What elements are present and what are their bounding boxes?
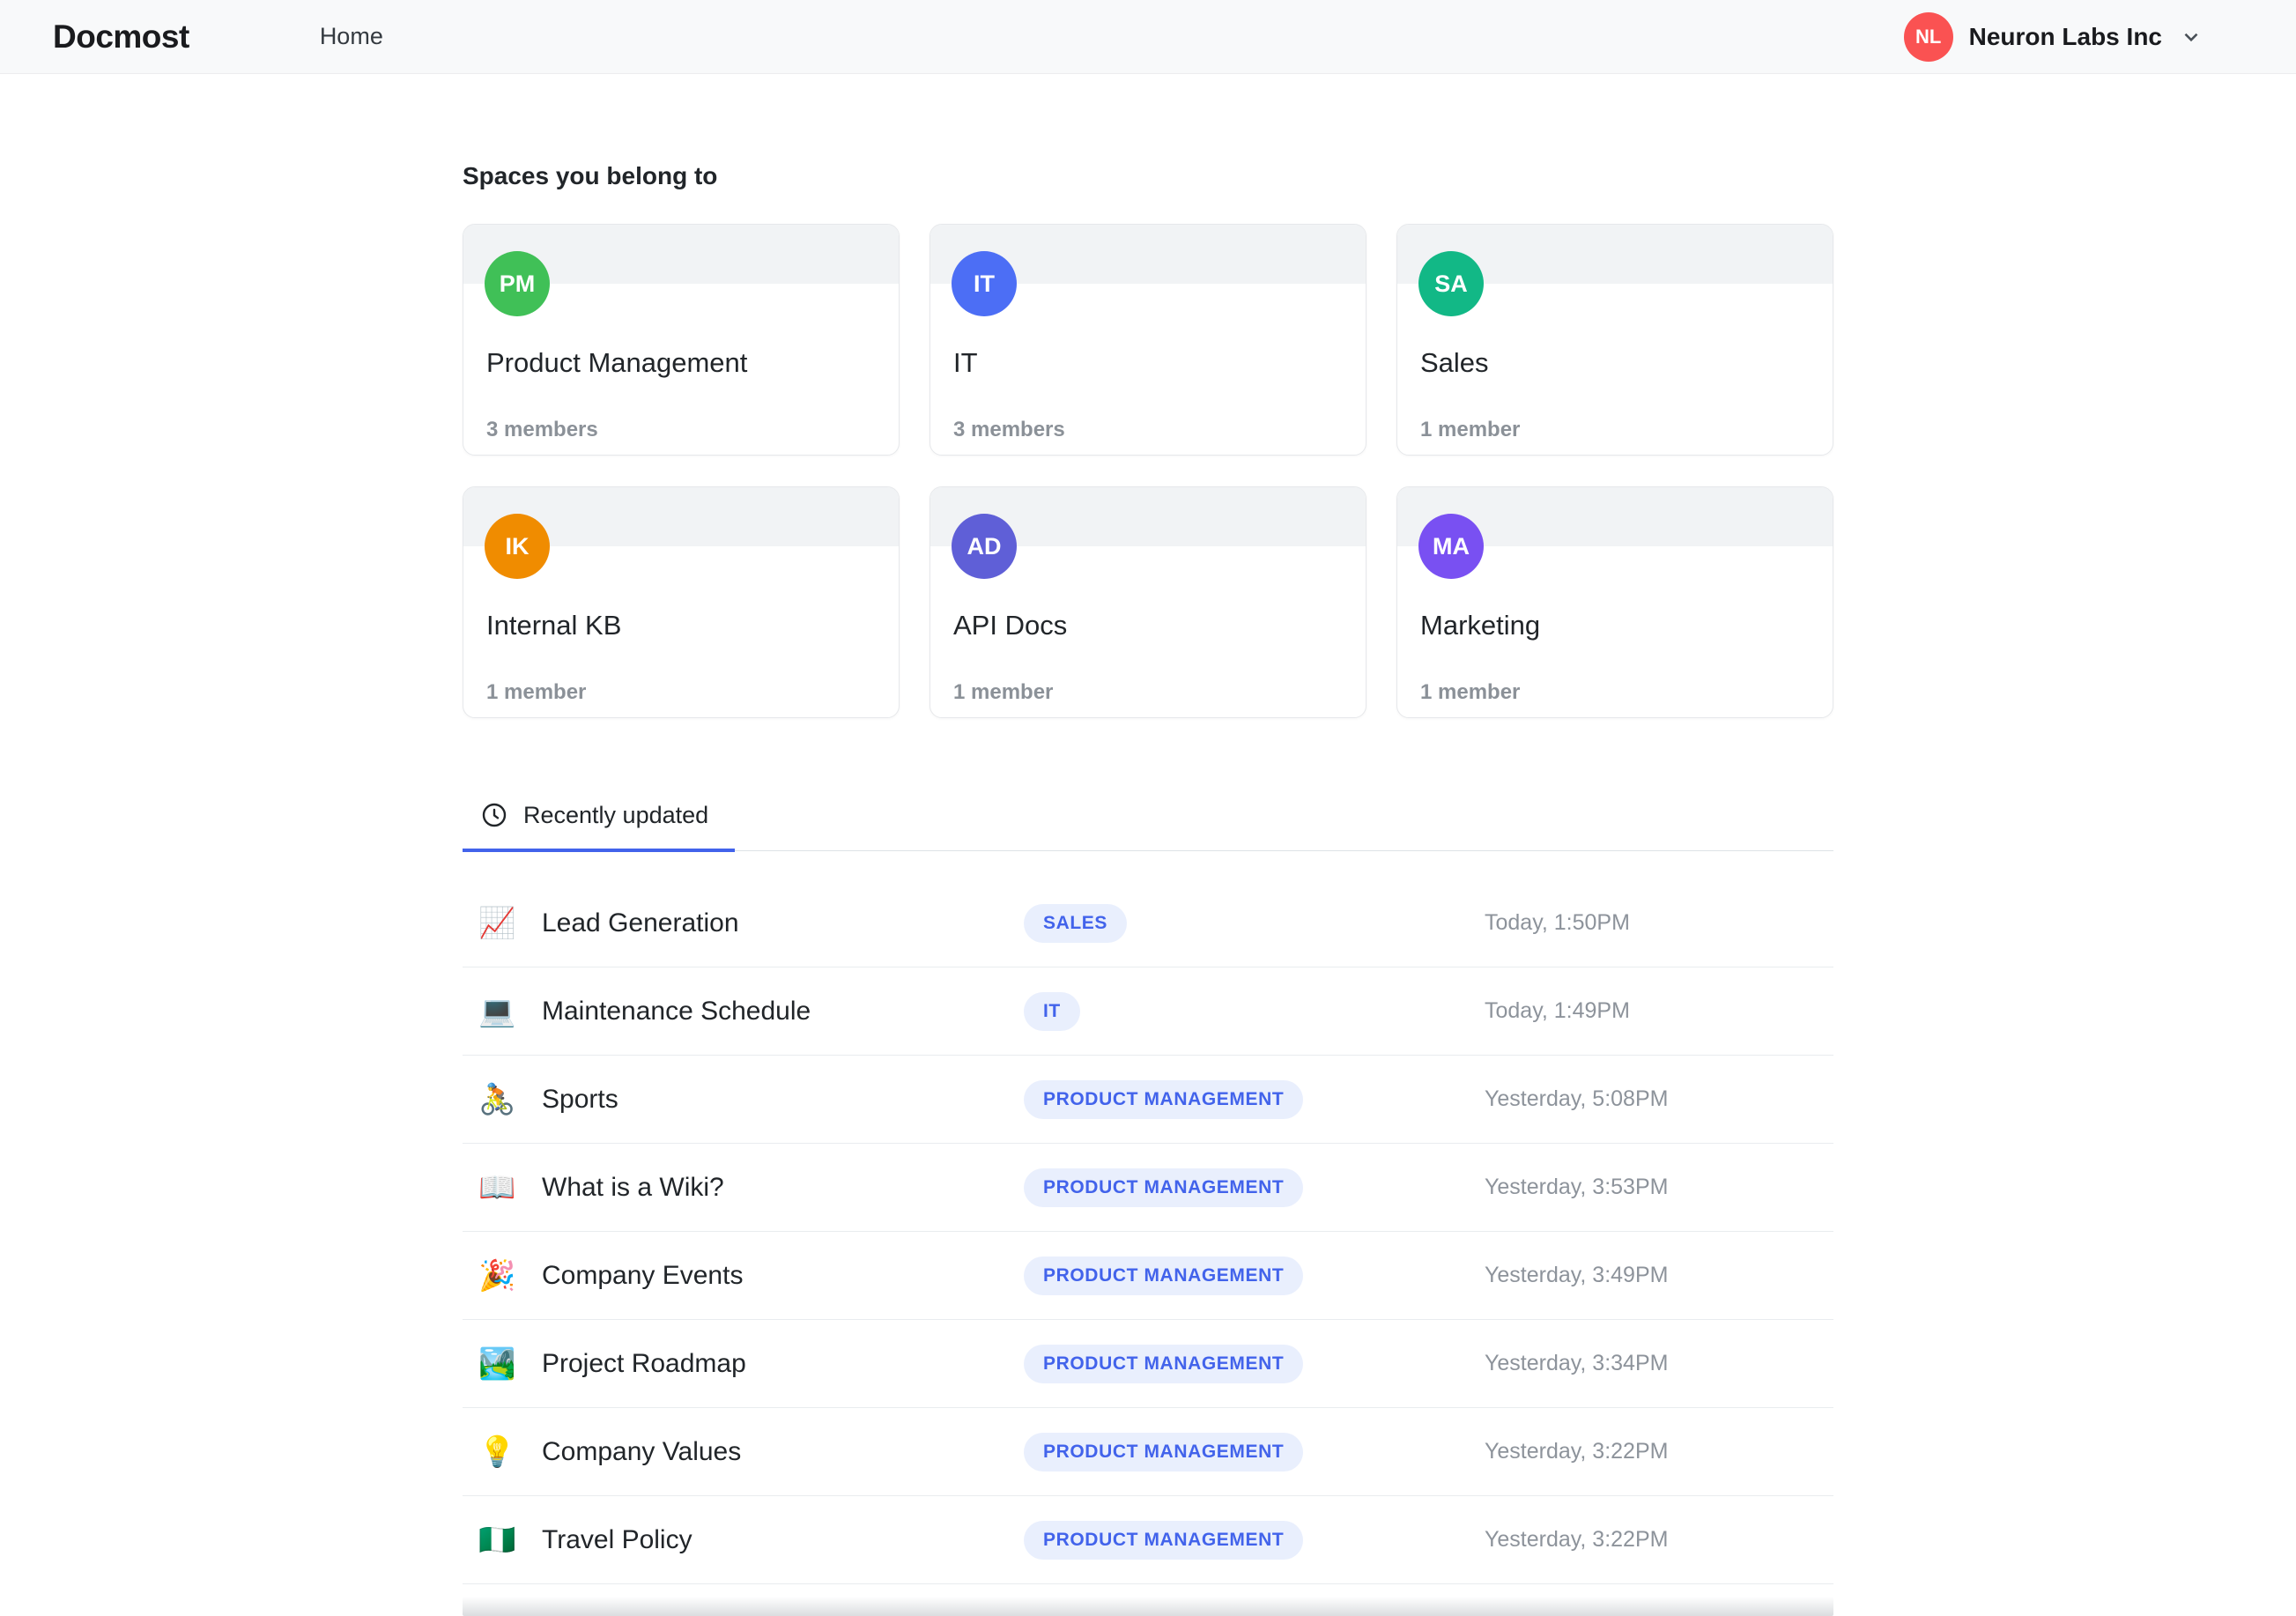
page-row-main: 📈 Lead Generation [463,908,1024,938]
space-badge[interactable]: PRODUCT MANAGEMENT [1024,1256,1304,1295]
chevron-down-icon [2184,33,2198,41]
laptop-icon: 💻 [478,994,516,1028]
spaces-heading: Spaces you belong to [463,162,718,189]
chart-increasing-icon: 📈 [478,906,516,940]
space-avatar: MA [1418,514,1484,579]
top-navigation-bar: Docmost Home NL Neuron Labs Inc [0,0,2296,74]
page-row-main: 🏞️ Project Roadmap [463,1349,1024,1379]
space-member-count: 1 member [953,680,1054,704]
page-row-main: 🚴 Sports [463,1085,1024,1115]
page-updated-time: Yesterday, 3:49PM [1485,1263,1669,1287]
party-popper-icon: 🎉 [478,1258,516,1293]
space-badge[interactable]: PRODUCT MANAGEMENT [1024,1168,1304,1207]
page-updated-time: Yesterday, 3:53PM [1485,1175,1669,1199]
page-row-badge-cell: SALES [1024,903,1485,943]
space-card-marketing[interactable]: MA Marketing 1 member [1396,486,1833,718]
clock-icon [482,803,507,827]
open-book-icon: 📖 [478,1170,516,1205]
page-title[interactable]: What is a Wiki? [542,1173,724,1203]
space-member-count: 1 member [1420,418,1521,441]
nav-home[interactable]: Home [320,23,383,49]
space-badge[interactable]: PRODUCT MANAGEMENT [1024,1432,1304,1471]
landscape-icon: 🏞️ [478,1346,516,1381]
scroll-shadow [463,1597,1833,1616]
page-updated-time: Yesterday, 3:22PM [1485,1439,1669,1464]
app-logo[interactable]: Docmost [53,19,189,56]
page-row-travel-policy[interactable]: 🇳🇬 Travel Policy PRODUCT MANAGEMENT Yest… [463,1496,1833,1584]
space-member-count: 1 member [1420,680,1521,704]
space-badge[interactable]: PRODUCT MANAGEMENT [1024,1344,1304,1383]
space-name: API Docs [953,610,1068,641]
page-row-badge-cell: PRODUCT MANAGEMENT [1024,1432,1485,1471]
space-name: Marketing [1420,610,1541,641]
space-avatar: PM [485,251,550,316]
space-name: Product Management [486,347,748,378]
page-updated-time: Yesterday, 3:22PM [1485,1527,1669,1552]
page-row-sports[interactable]: 🚴 Sports PRODUCT MANAGEMENT Yesterday, 5… [463,1056,1833,1144]
tab-label: Recently updated [523,801,709,828]
page-row-company-values[interactable]: 💡 Company Values PRODUCT MANAGEMENT Yest… [463,1408,1833,1496]
main-nav: Home [320,23,383,50]
space-member-count: 1 member [486,680,587,704]
workspace-switcher[interactable]: NL Neuron Labs Inc [1903,11,2203,62]
page-row-main: 🎉 Company Events [463,1261,1024,1291]
space-badge[interactable]: PRODUCT MANAGEMENT [1024,1079,1304,1119]
page-row-main: 🇳🇬 Travel Policy [463,1525,1024,1555]
space-avatar: IK [485,514,550,579]
page-updated-time: Yesterday, 3:34PM [1485,1351,1669,1375]
page-row-badge-cell: PRODUCT MANAGEMENT [1024,1344,1485,1383]
nigeria-flag-icon: 🇳🇬 [478,1523,516,1557]
space-badge[interactable]: IT [1024,991,1080,1031]
page-updated-time: Today, 1:49PM [1485,998,1630,1023]
page-updated-time: Today, 1:50PM [1485,910,1630,935]
page-row-main: 💻 Maintenance Schedule [463,997,1024,1027]
page-row-main: 📖 What is a Wiki? [463,1173,1024,1203]
page-row-main: 💡 Company Values [463,1437,1024,1467]
space-avatar: SA [1418,251,1484,316]
space-card-api-docs[interactable]: AD API Docs 1 member [930,486,1366,718]
page-title[interactable]: Company Events [542,1261,743,1291]
home-content: Spaces you belong to PM Product Manageme… [463,74,1833,1616]
tab-bar: Recently updated [463,785,1833,852]
page-row-project-roadmap[interactable]: 🏞️ Project Roadmap PRODUCT MANAGEMENT Ye… [463,1320,1833,1408]
page-row-maintenance-schedule[interactable]: 💻 Maintenance Schedule IT Today, 1:49PM [463,967,1833,1056]
space-card-sales[interactable]: SA Sales 1 member [1396,224,1833,456]
workspace-name: Neuron Labs Inc [1968,22,2162,50]
space-member-count: 3 members [486,418,598,441]
space-avatar: AD [952,514,1017,579]
space-card-product-management[interactable]: PM Product Management 3 members [463,224,900,456]
tab-recently-updated[interactable]: Recently updated [463,785,736,852]
space-member-count: 3 members [953,418,1065,441]
page-title[interactable]: Lead Generation [542,908,739,938]
space-badge[interactable]: PRODUCT MANAGEMENT [1024,1520,1304,1560]
page-row-badge-cell: PRODUCT MANAGEMENT [1024,1079,1485,1119]
page-row-lead-generation[interactable]: 📈 Lead Generation SALES Today, 1:50PM [463,879,1833,967]
space-name: Internal KB [486,610,622,641]
page-row-badge-cell: PRODUCT MANAGEMENT [1024,1168,1485,1207]
page-title[interactable]: Sports [542,1085,618,1115]
space-card-internal-kb[interactable]: IK Internal KB 1 member [463,486,900,718]
spaces-grid: PM Product Management 3 members IT IT 3 … [463,224,1833,718]
page-title[interactable]: Maintenance Schedule [542,997,811,1027]
space-avatar: IT [952,251,1017,316]
page-updated-time: Yesterday, 5:08PM [1485,1086,1669,1111]
page-row-badge-cell: PRODUCT MANAGEMENT [1024,1256,1485,1295]
cyclist-icon: 🚴 [478,1082,516,1116]
page-row-badge-cell: IT [1024,991,1485,1031]
space-badge[interactable]: SALES [1024,903,1128,943]
space-name: Sales [1420,347,1489,378]
space-name: IT [953,347,978,378]
light-bulb-icon: 💡 [478,1434,516,1469]
space-card-it[interactable]: IT IT 3 members [930,224,1366,456]
workspace-avatar: NL [1903,11,1953,62]
page-row-what-is-a-wiki[interactable]: 📖 What is a Wiki? PRODUCT MANAGEMENT Yes… [463,1144,1833,1232]
page-title[interactable]: Travel Policy [542,1525,693,1555]
recently-updated-list: 📈 Lead Generation SALES Today, 1:50PM 💻 … [463,879,1833,1584]
page-title[interactable]: Company Values [542,1437,741,1467]
page-row-badge-cell: PRODUCT MANAGEMENT [1024,1520,1485,1560]
page-title[interactable]: Project Roadmap [542,1349,746,1379]
page-row-company-events[interactable]: 🎉 Company Events PRODUCT MANAGEMENT Yest… [463,1232,1833,1320]
